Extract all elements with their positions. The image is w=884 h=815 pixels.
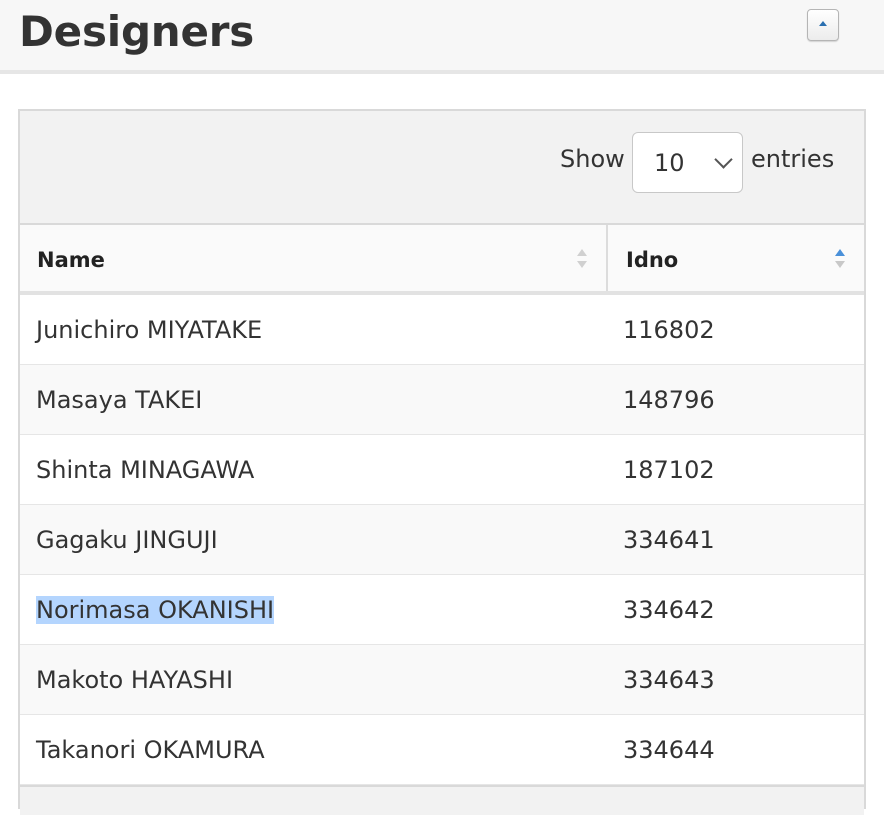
page-length-select[interactable]: 10	[632, 132, 743, 193]
cell-idno: 334641	[623, 526, 715, 554]
table-row[interactable]: Norimasa OKANISHI 334642	[20, 575, 864, 645]
table-row[interactable]: Gagaku JINGUJI 334641	[20, 505, 864, 575]
sort-icon	[577, 249, 587, 271]
chevron-down-icon	[714, 150, 732, 168]
entries-label: entries	[751, 145, 834, 173]
cell-idno: 334644	[623, 736, 715, 764]
column-header-name[interactable]: Name	[20, 225, 608, 291]
table-toolbar: Show 10 entries	[20, 111, 864, 225]
table-body: Junichiro MIYATAKE 116802 Masaya TAKEI 1…	[20, 295, 864, 785]
cell-name: Masaya TAKEI	[36, 386, 202, 414]
section-header: Designers	[0, 0, 884, 74]
cell-idno: 334642	[623, 596, 715, 624]
table-row[interactable]: Takanori OKAMURA 334644	[20, 715, 864, 785]
cell-idno: 334643	[623, 666, 715, 694]
table-row[interactable]: Makoto HAYASHI 334643	[20, 645, 864, 715]
cell-name: Makoto HAYASHI	[36, 666, 233, 694]
collapse-button[interactable]	[807, 9, 839, 41]
column-header-label: Idno	[626, 248, 678, 272]
cell-name: Junichiro MIYATAKE	[36, 316, 262, 344]
column-header-label: Name	[37, 248, 105, 272]
cell-name-selected: Norimasa OKANISHI	[36, 596, 274, 624]
cell-idno: 148796	[623, 386, 715, 414]
chevron-up-icon	[819, 21, 827, 26]
table-row[interactable]: Shinta MINAGAWA 187102	[20, 435, 864, 505]
cell-idno: 187102	[623, 456, 715, 484]
designers-table-panel: Show 10 entries Name Idno Junichiro MIYA…	[18, 109, 866, 809]
cell-name: Takanori OKAMURA	[36, 736, 265, 764]
page-length-value: 10	[654, 149, 685, 177]
cell-name: Shinta MINAGAWA	[36, 456, 254, 484]
table-row[interactable]: Masaya TAKEI 148796	[20, 365, 864, 435]
page-title: Designers	[19, 5, 254, 59]
column-header-idno[interactable]: Idno	[610, 225, 864, 291]
table-row[interactable]: Junichiro MIYATAKE 116802	[20, 295, 864, 365]
table-footer	[20, 785, 864, 815]
cell-name: Gagaku JINGUJI	[36, 526, 218, 554]
sort-ascending-icon	[835, 249, 845, 271]
show-label: Show	[560, 145, 625, 173]
table-header: Name Idno	[20, 225, 864, 295]
cell-idno: 116802	[623, 316, 715, 344]
